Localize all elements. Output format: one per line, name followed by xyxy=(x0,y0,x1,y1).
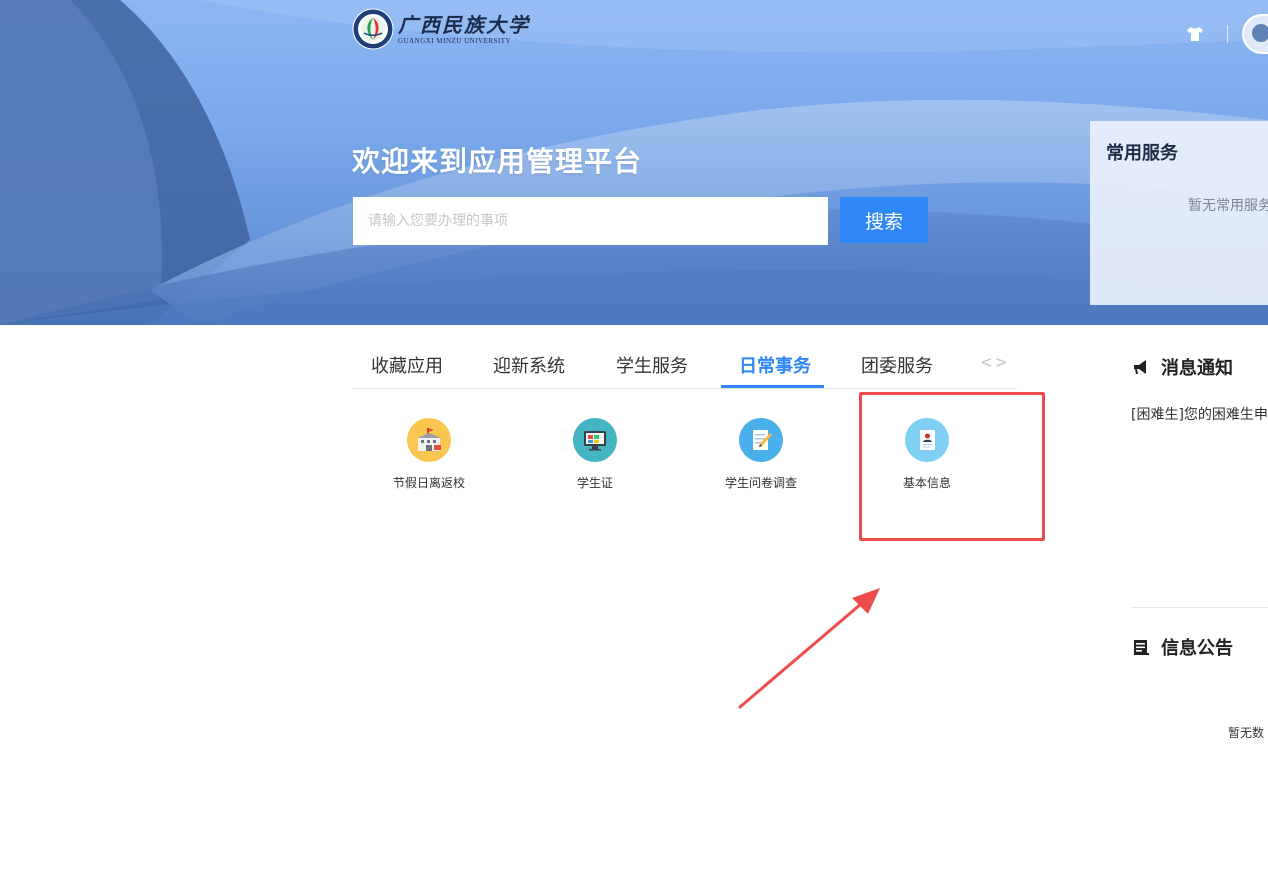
tab-daily-affairs[interactable]: 日常事务 xyxy=(739,352,811,378)
notice-section-header: 信息公告 xyxy=(1131,634,1233,660)
tab-next-arrow[interactable]: > xyxy=(996,352,1007,373)
school-building-icon xyxy=(407,418,451,462)
tab-scroll-arrows: < > xyxy=(981,352,1007,373)
tab-student-services[interactable]: 学生服务 xyxy=(616,352,688,378)
tab-freshman-system[interactable]: 迎新系统 xyxy=(493,352,565,378)
tab-prev-arrow[interactable]: < xyxy=(981,352,992,373)
right-column-divider xyxy=(1131,607,1268,608)
news-item[interactable]: [困难生]您的困难生申 xyxy=(1131,404,1268,424)
logo-english-name: GUANGXI MINZU UNIVERSITY xyxy=(398,36,512,45)
welcome-title: 欢迎来到应用管理平台 xyxy=(352,145,643,178)
toolbar-divider xyxy=(1227,25,1228,43)
app-student-card[interactable]: 学生证 xyxy=(525,418,665,491)
app-student-survey[interactable]: 学生问卷调查 xyxy=(691,418,831,491)
logo-chinese-name: 广西民族大学 xyxy=(398,12,530,37)
app-label: 节假日离返校 xyxy=(392,476,465,490)
annotation-arrow-icon xyxy=(738,588,880,709)
app-label: 学生证 xyxy=(576,476,613,490)
top-right-toolbar xyxy=(1185,14,1268,54)
tab-favorite-apps[interactable]: 收藏应用 xyxy=(371,352,443,378)
megaphone-icon xyxy=(1134,360,1146,374)
highlight-annotation-box xyxy=(859,392,1045,541)
news-section-header: 消息通知 xyxy=(1131,354,1233,380)
tab-youth-league-services[interactable]: 团委服务 xyxy=(861,352,933,378)
university-emblem-icon xyxy=(352,8,394,50)
search-button[interactable]: 搜索 xyxy=(840,197,928,243)
app-category-tabs: 收藏应用 迎新系统 学生服务 日常事务 团委服务 < > xyxy=(353,340,1017,389)
notice-empty-text: 暂无数 xyxy=(1228,726,1265,740)
monitor-card-icon xyxy=(573,418,617,462)
news-title: 消息通知 xyxy=(1161,358,1233,379)
document-list-icon xyxy=(1134,640,1149,655)
active-tab-underline xyxy=(721,385,824,388)
hero-banner: 广西民族大学 GUANGXI MINZU UNIVERSITY 欢迎来到应用管理… xyxy=(0,0,1268,325)
search-input[interactable] xyxy=(353,197,828,245)
shirt-icon[interactable] xyxy=(1185,24,1205,44)
pencil-document-icon xyxy=(739,418,783,462)
user-avatar[interactable] xyxy=(1242,14,1268,54)
university-logo[interactable]: 广西民族大学 GUANGXI MINZU UNIVERSITY xyxy=(352,8,530,50)
common-services-title: 常用服务 xyxy=(1106,143,1178,164)
notice-title: 信息公告 xyxy=(1161,638,1233,659)
app-holiday-leave-return[interactable]: 节假日离返校 xyxy=(359,418,499,491)
app-label: 学生问卷调查 xyxy=(724,476,797,490)
common-services-panel: 常用服务 暂无常用服务 xyxy=(1090,121,1268,305)
common-services-empty-text: 暂无常用服务 xyxy=(1188,198,1268,214)
